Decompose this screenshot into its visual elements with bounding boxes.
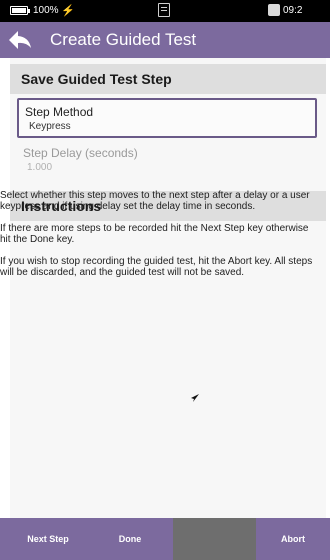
blank-softkey[interactable]	[173, 518, 256, 560]
charging-bolt-icon: ⚡	[61, 5, 75, 17]
alarm-icon	[268, 4, 280, 16]
save-step-heading: Save Guided Test Step	[10, 64, 326, 94]
mouse-pointer-icon	[191, 394, 199, 402]
page-title: Create Guided Test	[50, 30, 197, 49]
next-step-button[interactable]: Next Step	[8, 518, 88, 560]
app-bar: Create Guided Test	[0, 22, 330, 58]
status-bar: 100% ⚡ 09:2	[0, 0, 330, 22]
step-method-label: Step Method	[25, 105, 94, 119]
instruction-paragraph: Select whether this step moves to the ne…	[0, 190, 310, 212]
step-method-field[interactable]: Step Method Keypress	[17, 98, 317, 138]
battery-icon	[10, 6, 30, 15]
battery-percentage: 100%	[33, 5, 59, 16]
instruction-paragraph: If there are more steps to be recorded h…	[0, 223, 309, 245]
status-time: 09:2	[283, 5, 303, 16]
instruction-paragraph: If you wish to stop recording the guided…	[0, 256, 313, 278]
softkey-bar: Next Step Done Abort	[0, 518, 330, 560]
done-button[interactable]: Done	[88, 518, 172, 560]
step-delay-field[interactable]: Step Delay (seconds) 1.000	[17, 141, 317, 181]
step-method-value: Keypress	[29, 121, 71, 132]
back-arrow-icon[interactable]	[8, 29, 32, 51]
step-delay-value: 1.000	[27, 162, 53, 173]
abort-button[interactable]: Abort	[256, 518, 330, 560]
step-delay-label: Step Delay (seconds)	[23, 146, 138, 160]
instructions-text: Select whether this step moves to the ne…	[0, 190, 320, 289]
usb-notification-icon	[158, 3, 170, 17]
